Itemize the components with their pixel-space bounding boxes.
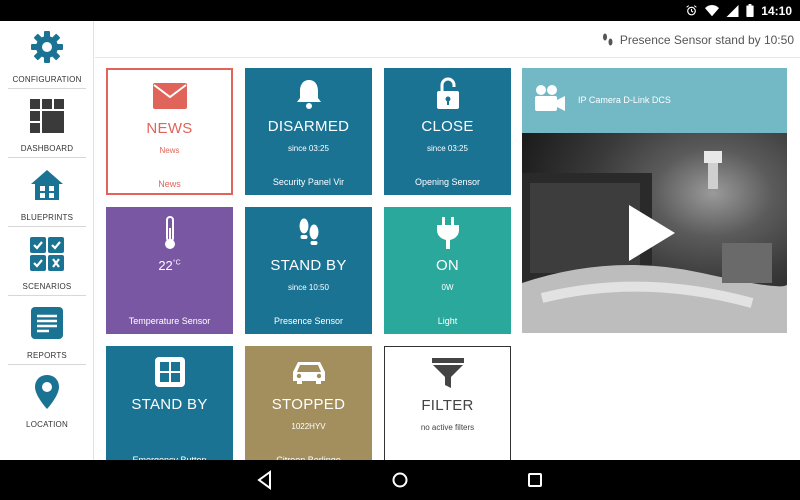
signal-icon	[726, 4, 739, 17]
sidebar-item-label: DASHBOARD	[20, 144, 74, 153]
tile-emergency-button[interactable]: STAND BY Emergency Button	[106, 346, 233, 473]
tile-detail: 0W	[441, 283, 454, 292]
thermometer-icon	[164, 216, 175, 249]
tile-car[interactable]: STOPPED 1022HYV Citroen Berlingo	[245, 346, 372, 473]
footprints-icon	[602, 33, 613, 46]
tile-presence-sensor[interactable]: STAND BY since 10:50 Presence Sensor	[245, 207, 372, 334]
tile-detail: since 10:50	[288, 283, 329, 292]
battery-icon	[746, 4, 754, 17]
tile-detail: since 03:25	[288, 144, 329, 153]
sidebar-item-label: CONFIGURATION	[12, 75, 82, 84]
temperature-unit: °C	[172, 259, 181, 267]
footprints-icon	[299, 218, 318, 245]
scenarios-icon	[30, 237, 64, 271]
tile-detail: News	[159, 146, 180, 155]
temperature-value: 22°C	[106, 258, 233, 273]
camera-header: IP Camera D-Link DCS	[522, 68, 787, 133]
sidebar-item-reports[interactable]: REPORTS	[8, 299, 86, 365]
tile-security-panel[interactable]: DISARMED since 03:25 Security Panel Vir	[245, 68, 372, 195]
funnel-icon	[431, 358, 464, 388]
tile-state: ON	[435, 257, 460, 274]
sidebar-item-location[interactable]: LOCATION	[8, 368, 86, 434]
tile-name: Temperature Sensor	[128, 316, 211, 326]
tile-state: NEWS	[146, 120, 193, 137]
system-nav-bar	[0, 460, 800, 500]
tile-state: DISARMED	[267, 118, 350, 135]
tile-state: FILTER	[421, 397, 474, 414]
clock-time: 14:10	[761, 3, 792, 18]
tile-name: News	[158, 179, 181, 189]
wifi-icon	[705, 4, 720, 16]
tile-state: STAND BY	[131, 396, 208, 413]
notification-text: Presence Sensor stand by 10:50	[619, 33, 794, 47]
last-event-notification[interactable]: Presence Sensor stand by 10:50	[602, 33, 794, 47]
tile-name: Light	[437, 316, 458, 326]
tile-temperature-sensor[interactable]: 22°C Temperature Sensor	[106, 207, 233, 334]
video-camera-icon	[535, 85, 565, 111]
gear-icon	[31, 31, 63, 63]
notification-bar: Presence Sensor stand by 10:50	[95, 21, 800, 58]
play-icon[interactable]	[627, 203, 677, 263]
sidebar-item-label: SCENARIOS	[22, 282, 72, 291]
sidebar-item-dashboard[interactable]: DASHBOARD	[8, 92, 86, 158]
camera-title: IP Camera D-Link DCS	[578, 95, 671, 105]
tile-state: CLOSE	[421, 118, 474, 135]
window-grid-icon	[154, 357, 185, 387]
tile-opening-sensor[interactable]: CLOSE since 03:25 Opening Sensor	[384, 68, 511, 195]
app-screen: 14:10 CONFIGURATION DASHBOARD BLUEPRINTS…	[0, 0, 800, 500]
recents-icon[interactable]	[525, 470, 545, 490]
tile-news[interactable]: NEWS News News	[106, 68, 233, 195]
tile-name: Opening Sensor	[414, 177, 481, 187]
house-icon	[31, 170, 63, 200]
sidebar-item-scenarios[interactable]: SCENARIOS	[8, 230, 86, 296]
status-bar: 14:10	[0, 0, 800, 21]
car-icon	[292, 362, 325, 384]
sidebar-item-blueprints[interactable]: BLUEPRINTS	[8, 161, 86, 227]
tile-name: Security Panel Vir	[272, 177, 345, 187]
camera-feed[interactable]	[522, 133, 787, 333]
unlocked-padlock-icon	[436, 77, 459, 109]
tile-detail: 1022HYV	[291, 422, 326, 431]
plug-icon	[436, 217, 459, 249]
tile-state: STOPPED	[271, 396, 346, 413]
temperature-number: 22	[158, 258, 173, 273]
tile-state: STAND BY	[270, 257, 347, 274]
tile-name: Presence Sensor	[273, 316, 344, 326]
alarm-icon	[686, 5, 697, 16]
sidebar: CONFIGURATION DASHBOARD BLUEPRINTS SCENA…	[0, 21, 94, 460]
dashboard-icon	[30, 99, 64, 133]
bell-icon	[296, 80, 321, 109]
sidebar-item-label: LOCATION	[26, 420, 68, 429]
sidebar-item-label: BLUEPRINTS	[20, 213, 74, 222]
home-icon[interactable]	[390, 470, 410, 490]
envelope-icon	[152, 83, 187, 109]
back-icon[interactable]	[255, 470, 275, 490]
reports-icon	[31, 307, 63, 339]
tile-filter[interactable]: FILTER no active filters	[384, 346, 511, 473]
sidebar-item-configuration[interactable]: CONFIGURATION	[8, 23, 86, 89]
tile-light[interactable]: ON 0W Light	[384, 207, 511, 334]
camera-card[interactable]: IP Camera D-Link DCS	[522, 68, 787, 333]
tile-detail: since 03:25	[427, 144, 468, 153]
location-pin-icon	[35, 375, 59, 409]
sidebar-item-label: REPORTS	[27, 351, 67, 360]
tile-detail: no active filters	[420, 423, 475, 432]
